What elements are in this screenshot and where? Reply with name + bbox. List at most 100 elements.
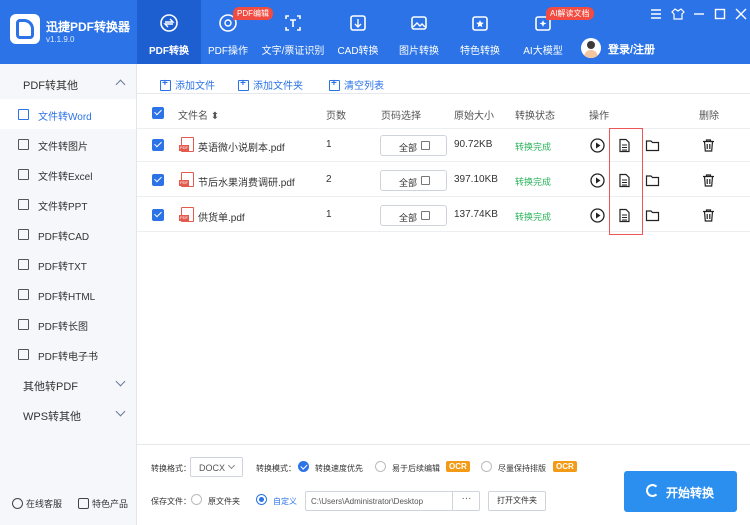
sidebar-item-html[interactable]: PDF转HTML [0,279,136,309]
file-size: 397.10KB [454,174,498,185]
minimize-icon[interactable] [691,6,707,22]
button-label: 清空列表 [344,81,384,92]
file-name: 英语微小说剧本.pdf [198,143,285,154]
cad-icon [350,15,366,31]
chevron-down-icon [115,376,126,387]
tab-label: AI大模型 [523,46,563,57]
play-icon[interactable] [590,208,605,223]
header-filename[interactable]: 文件名 ⬍ [178,107,219,122]
ocr-badge: OCR [553,461,577,472]
sidebar-item-ppt[interactable]: 文件转PPT [0,189,136,219]
row-checkbox[interactable] [152,209,164,221]
save-custom-radio[interactable] [256,494,267,505]
sidebar-item-label: PDF转电子书 [38,352,98,363]
clear-list-icon [329,78,340,91]
mode-layout-radio[interactable] [481,461,492,472]
add-file-button[interactable]: 添加文件 [160,77,215,92]
sidebar-group-pdf-to-other[interactable]: PDF转其他 [0,68,136,98]
sidebar-item-word[interactable]: 文件转Word [0,99,136,129]
sidebar-item-long-image[interactable]: PDF转长图 [0,309,136,339]
edit-icon [421,141,430,150]
tab-ocr[interactable]: 文字/票证识别 [259,0,327,64]
trash-icon[interactable] [701,208,716,223]
trash-icon[interactable] [701,173,716,188]
online-service-link[interactable]: 在线客服 [12,497,62,510]
folder-icon[interactable] [645,138,660,153]
featured-products-link[interactable]: 特色产品 [78,497,128,510]
sidebar-item-label: PDF转HTML [38,292,96,303]
sidebar-item-label: PDF转CAD [38,232,90,243]
add-folder-icon [238,78,249,91]
chevron-down-icon [115,406,126,417]
chat-icon [12,498,23,509]
trash-icon[interactable] [701,138,716,153]
maximize-icon[interactable] [712,6,728,22]
group-label: PDF转其他 [23,80,78,92]
login-register-link[interactable]: 登录/注册 [608,41,655,57]
page-select-button[interactable]: 全部 [380,135,447,156]
page-count: 2 [326,174,332,185]
avatar[interactable] [581,38,601,58]
skin-icon[interactable] [670,6,686,22]
start-convert-button[interactable]: 开始转换 [624,471,737,512]
menu-icon[interactable] [648,6,664,22]
tab-label: 特色转换 [460,46,500,57]
add-folder-button[interactable]: 添加文件夹 [238,77,303,92]
page-select-button[interactable]: 全部 [380,170,447,191]
sidebar-group-wps[interactable]: WPS转其他 [0,399,136,429]
format-select[interactable]: DOCX [190,457,243,477]
ppt-icon [18,199,29,210]
ai-doc-badge: AI解读文档 [546,7,594,20]
mode-speed-label: 转换速度优先 [315,464,363,473]
edit-icon [421,211,430,220]
sidebar-item-txt[interactable]: PDF转TXT [0,249,136,279]
browse-button[interactable]: ··· [452,491,480,511]
close-icon[interactable] [733,6,749,22]
header-delete: 删除 [699,111,719,122]
sidebar-item-ebook[interactable]: PDF转电子书 [0,339,136,369]
mode-speed-radio[interactable] [298,461,309,472]
page-count: 1 [326,209,332,220]
tab-special[interactable]: 特色转换 [452,0,508,64]
page-select-button[interactable]: 全部 [380,205,447,226]
status-badge: 转换完成 [515,212,552,222]
add-file-icon [160,78,171,91]
sidebar-item-image[interactable]: 文件转图片 [0,129,136,159]
button-label: 添加文件 [175,81,215,92]
file-name: 节后水果消费调研.pdf [198,178,295,189]
footer-label: 在线客服 [26,499,63,509]
start-label: 开始转换 [666,486,715,500]
mode-label: 转换模式： [256,464,296,473]
mode-edit-label: 易于后续编辑 [392,464,440,473]
row-checkbox[interactable] [152,174,164,186]
app-name: 迅捷PDF转换器 [46,20,131,34]
row-checkbox[interactable] [152,139,164,151]
sidebar-item-label: PDF转长图 [38,322,88,333]
header-size: 原始大小 [454,111,494,122]
sidebar-item-label: PDF转TXT [38,262,87,273]
ocr-badge: OCR [446,461,470,472]
open-folder-button[interactable]: 打开文件夹 [488,491,546,511]
page-select-label: 全部 [399,178,418,188]
sidebar-item-label: 文件转图片 [38,142,88,153]
sidebar-group-other-to-pdf[interactable]: 其他转PDF [0,369,136,399]
play-icon[interactable] [590,138,605,153]
folder-icon[interactable] [645,173,660,188]
select-all-checkbox[interactable] [152,107,164,119]
sidebar-item-excel[interactable]: 文件转Excel [0,159,136,189]
sidebar-item-cad[interactable]: PDF转CAD [0,219,136,249]
ebook-icon [18,349,29,360]
mode-edit-radio[interactable] [375,461,386,472]
format-value: DOCX [199,463,226,473]
image-icon [411,16,427,30]
clear-list-button[interactable]: 清空列表 [329,77,384,92]
ocr-icon [285,15,301,31]
pdf-file-icon [179,207,194,222]
tab-pdf-convert[interactable]: PDF转换 [137,0,201,64]
save-source-radio[interactable] [191,494,202,505]
tab-image[interactable]: 图片转换 [392,0,446,64]
sidebar-item-label: 文件转PPT [38,202,88,213]
tab-cad[interactable]: CAD转换 [331,0,385,64]
play-icon[interactable] [590,173,605,188]
folder-icon[interactable] [645,208,660,223]
